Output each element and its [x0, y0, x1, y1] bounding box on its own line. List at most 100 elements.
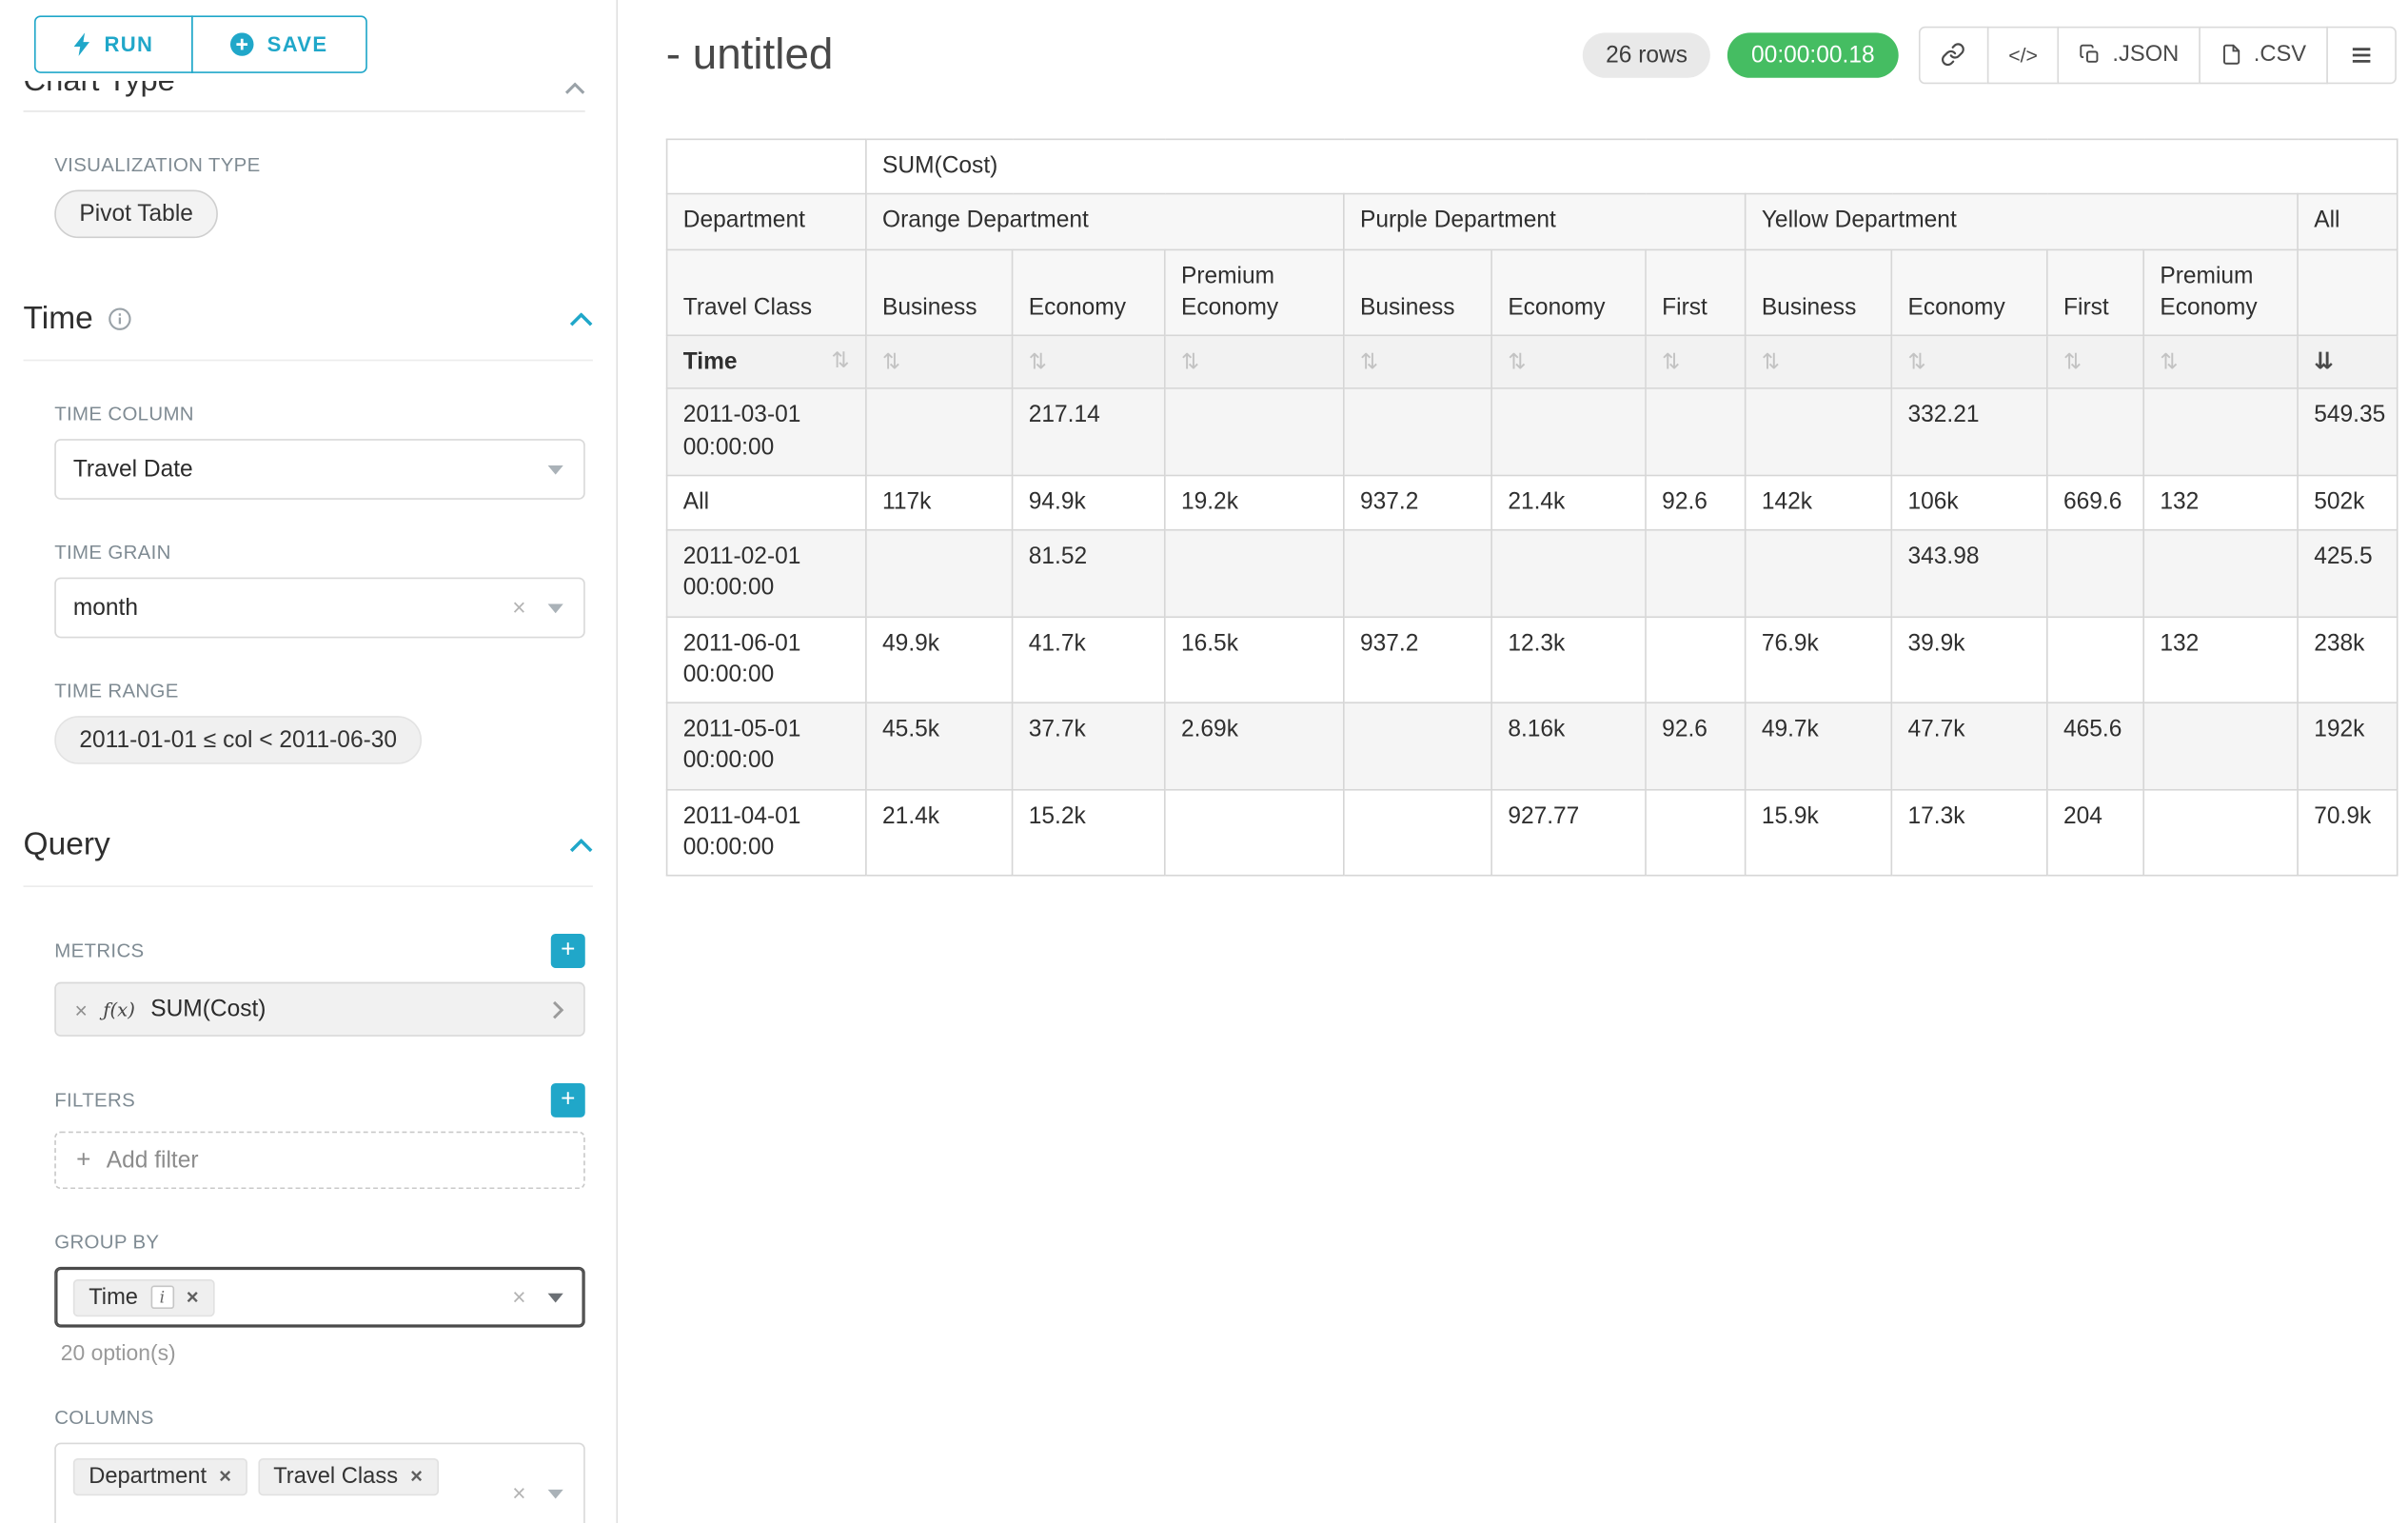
add-filter-button[interactable]: + Add filter	[54, 1132, 585, 1189]
add-filter-plus-button[interactable]: +	[551, 1083, 585, 1118]
export-json-button[interactable]: .JSON	[2058, 26, 2201, 83]
view-query-button[interactable]: </>	[1986, 26, 2060, 83]
pivot-cell	[1165, 530, 1344, 617]
pivot-cell: 49.9k	[866, 616, 1013, 702]
sort-header-cell: ⇅	[866, 335, 1013, 388]
caret-down-icon[interactable]	[548, 603, 563, 613]
bolt-icon	[73, 32, 90, 56]
pivot-cell: 19.2k	[1165, 475, 1344, 530]
sort-header-cell: ⇅	[1165, 335, 1344, 388]
filters-label: FILTERS	[54, 1090, 135, 1112]
sort-header-cell: ⇅	[1344, 335, 1491, 388]
pivot-cell	[2143, 702, 2298, 789]
sort-toggle-icon[interactable]: ⇅	[2160, 349, 2178, 374]
export-json-label: .JSON	[2112, 42, 2179, 67]
chart-type-title: Chart Type	[24, 81, 175, 88]
pivot-cell: 47.7k	[1891, 702, 2047, 789]
info-icon[interactable]	[107, 307, 131, 331]
pivot-cell: 92.6	[1646, 702, 1746, 789]
pivot-cell	[1344, 789, 1491, 876]
pivot-cell	[1344, 530, 1491, 617]
remove-tag-icon[interactable]: ×	[219, 1467, 231, 1488]
query-section-header[interactable]: Query	[24, 826, 593, 887]
clear-icon[interactable]: ×	[512, 1480, 525, 1507]
pivot-cell: 132	[2143, 475, 2298, 530]
save-button[interactable]: SAVE	[191, 15, 367, 72]
travel-class-header: Business	[1344, 249, 1491, 336]
sort-toggle-icon[interactable]: ⇅	[1360, 349, 1378, 374]
run-save-button-group: RUN SAVE	[0, 15, 616, 72]
plus-icon: +	[561, 939, 575, 963]
sort-toggle-icon[interactable]: ⇅	[1762, 349, 1780, 374]
save-button-label: SAVE	[267, 32, 328, 56]
time-column-value: Travel Date	[73, 456, 193, 483]
caret-down-icon[interactable]	[548, 1293, 563, 1302]
remove-metric-icon[interactable]: ×	[74, 997, 87, 1021]
table-row: 2011-05-01 00:00:0045.5k37.7k2.69k8.16k9…	[667, 702, 2398, 789]
column-group-header: Orange Department	[866, 194, 1344, 249]
time-grain-label: TIME GRAIN	[54, 542, 585, 564]
share-link-button[interactable]	[1918, 26, 1988, 83]
pivot-cell: 425.5	[2298, 530, 2398, 617]
caret-down-icon[interactable]	[548, 465, 563, 474]
chevron-up-icon[interactable]	[569, 312, 593, 326]
sort-toggle-icon[interactable]: ⇅	[1662, 349, 1680, 374]
add-metric-button[interactable]: +	[551, 934, 585, 968]
control-panel-sidebar: RUN SAVE Chart Type VISUALIZATION TYPE P…	[0, 0, 618, 1523]
sort-toggle-icon[interactable]: ⇅	[1181, 349, 1199, 374]
pivot-cell: 217.14	[1013, 388, 1165, 475]
remove-tag-icon[interactable]: ×	[410, 1467, 423, 1488]
function-icon: ƒ(x)	[103, 999, 135, 1020]
file-icon	[2220, 44, 2242, 66]
columns-select[interactable]: Department × Travel Class × ×	[54, 1443, 585, 1523]
travel-class-header: Premium Economy	[2143, 249, 2298, 336]
chart-title[interactable]: - untitled	[666, 30, 834, 79]
column-group-header: All	[2298, 194, 2398, 249]
sort-toggle-icon[interactable]: ⇅	[832, 347, 850, 377]
time-axis-cell: Time ⇅	[667, 335, 866, 388]
metric-item[interactable]: × ƒ(x) SUM(Cost)	[54, 982, 585, 1037]
row-header: 2011-03-01 00:00:00	[667, 388, 866, 475]
columns-label: COLUMNS	[54, 1407, 585, 1429]
time-column-select[interactable]: Travel Date	[54, 439, 585, 500]
export-csv-button[interactable]: .CSV	[2200, 26, 2328, 83]
sort-toggle-icon[interactable]: ⇅	[1908, 349, 1926, 374]
group-by-select[interactable]: Time i × ×	[54, 1267, 585, 1328]
sort-toggle-icon[interactable]: ⇅	[1029, 349, 1047, 374]
travel-class-header: Business	[1746, 249, 1892, 336]
more-options-button[interactable]	[2326, 26, 2397, 83]
travel-class-header: First	[1646, 249, 1746, 336]
travel-class-header: Premium Economy	[1165, 249, 1344, 336]
query-timer-badge: 00:00:00.18	[1728, 32, 1899, 77]
pivot-cell: 41.7k	[1013, 616, 1165, 702]
run-button[interactable]: RUN	[34, 15, 192, 72]
pivot-cell	[2047, 616, 2143, 702]
pivot-cell: 927.77	[1491, 789, 1646, 876]
info-icon[interactable]: i	[150, 1286, 174, 1310]
chevron-up-icon[interactable]	[569, 838, 593, 852]
metric-name: SUM(Cost)	[150, 996, 266, 1022]
clear-icon[interactable]: ×	[512, 1284, 525, 1311]
pivot-cell: 132	[2143, 616, 2298, 702]
explore-view: RUN SAVE Chart Type VISUALIZATION TYPE P…	[0, 0, 2407, 1523]
chart-type-section-header[interactable]: Chart Type	[24, 81, 585, 105]
sort-descending-icon[interactable]: ⇊	[2314, 347, 2334, 375]
row-header: All	[667, 475, 866, 530]
time-column-label: TIME COLUMN	[54, 403, 585, 425]
pivot-cell: 94.9k	[1013, 475, 1165, 530]
time-grain-select[interactable]: month ×	[54, 578, 585, 639]
sort-toggle-icon[interactable]: ⇅	[2063, 349, 2082, 374]
sort-toggle-icon[interactable]: ⇅	[882, 349, 900, 374]
remove-tag-icon[interactable]: ×	[187, 1287, 199, 1308]
group-by-tag: Time i ×	[73, 1278, 214, 1315]
caret-down-icon[interactable]	[548, 1489, 563, 1498]
table-row: All117k94.9k19.2k937.221.4k92.6142k106k6…	[667, 475, 2398, 530]
time-section-header[interactable]: Time	[24, 301, 593, 362]
sort-toggle-icon[interactable]: ⇅	[1508, 349, 1526, 374]
clear-icon[interactable]: ×	[512, 595, 525, 622]
pivot-cell	[1165, 789, 1344, 876]
pivot-cell	[2143, 388, 2298, 475]
visualization-type-value[interactable]: Pivot Table	[54, 189, 218, 238]
chevron-right-icon[interactable]	[552, 999, 564, 1019]
time-range-value[interactable]: 2011-01-01 ≤ col < 2011-06-30	[54, 716, 422, 764]
